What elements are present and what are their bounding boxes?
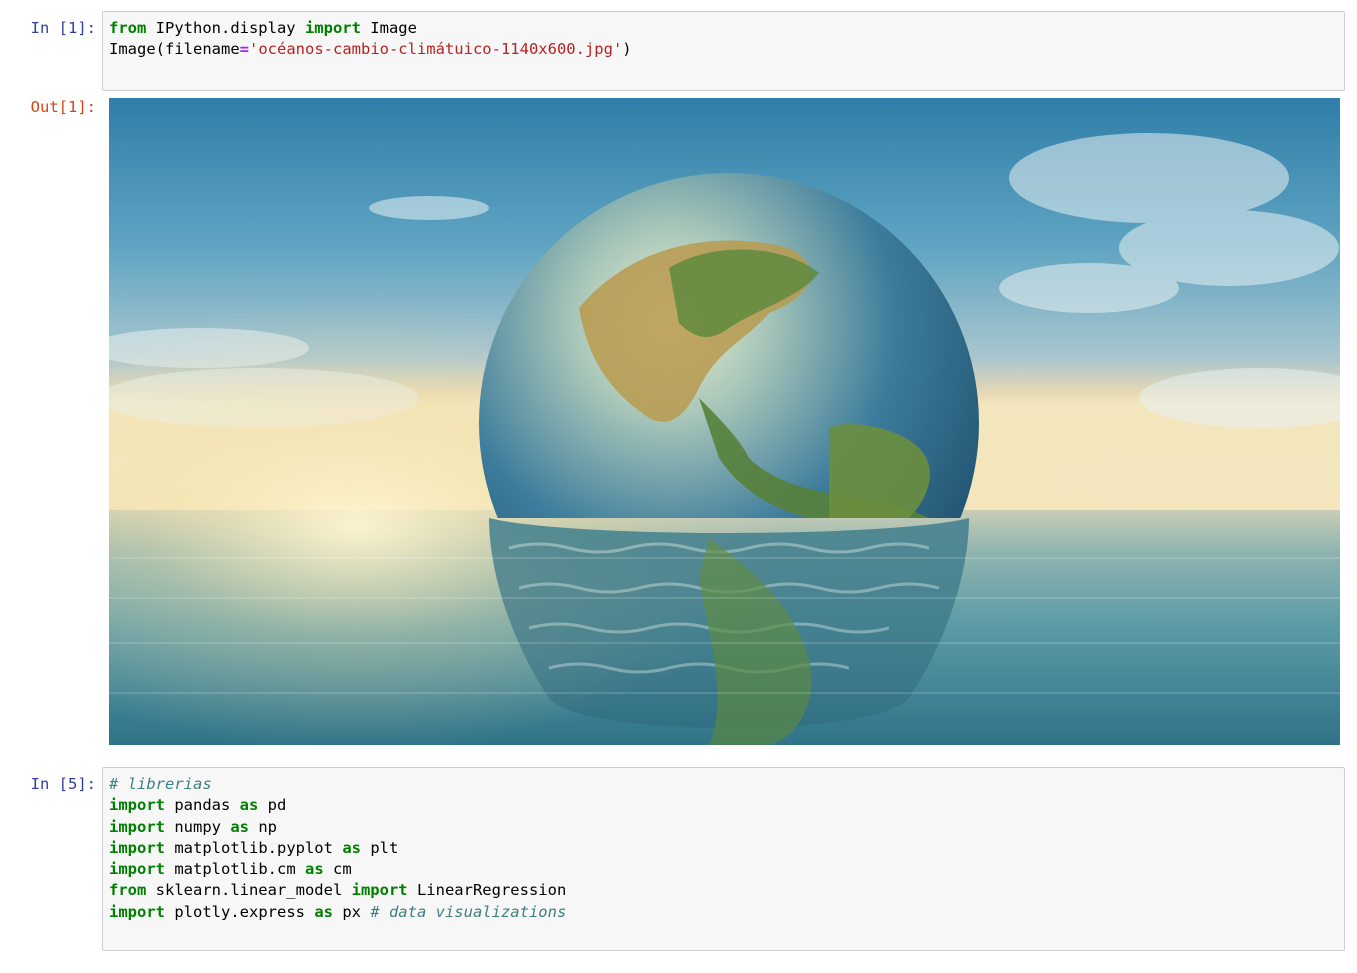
code-line: import pandas as pd [109,796,286,814]
code-token: plt [360,838,399,857]
code-token: matplotlib.cm [165,860,305,879]
code-token: as [230,817,249,836]
output-prompt-1: Out[1]: [30,98,96,116]
code-line: # librerias [109,775,212,793]
code-token: 'océanos-cambio-climátuico-1140x600.jpg' [249,40,623,59]
code-token: ) [622,40,632,59]
code-token: Image(filename [109,40,240,59]
code-token: sklearn.linear_model [146,881,352,900]
code-token: # librerias [109,775,212,793]
code-cell-1[interactable]: from IPython.display import Image Image(… [102,11,1345,91]
code-token: cm [323,860,352,879]
code-line: import numpy as np [109,818,277,836]
code-token: from [109,881,147,900]
earth-in-ocean-image [109,98,1340,745]
code-line: from IPython.display import Image [109,19,417,37]
code-token: Image [360,19,417,37]
code-line: from sklearn.linear_model import LinearR… [109,881,566,899]
code-token: from [109,19,147,37]
code-token: matplotlib.pyplot [165,838,343,857]
code-token: = [239,40,249,59]
code-token: LinearRegression [407,881,567,900]
code-cell-2[interactable]: # librerias import pandas as pd import n… [102,767,1345,951]
code-token: IPython.display [146,19,305,37]
code-token: import [109,817,165,836]
code-token: as [314,902,333,921]
code-token: import [351,881,408,900]
code-token: as [239,796,259,815]
input-prompt-1: In [1]: [30,19,96,37]
code-line: import plotly.express as px # data visua… [109,903,566,921]
code-line: import matplotlib.pyplot as plt [109,839,398,857]
code-token: import [304,19,361,37]
code-line: import matplotlib.cm as cm [109,860,352,878]
code-token: import [109,902,165,921]
code-token: numpy [165,817,231,836]
code-token: as [342,838,361,857]
input-prompt-2: In [5]: [30,775,96,793]
code-token: pd [258,796,287,815]
code-token: np [249,817,277,836]
code-line: Image(filename='océanos-cambio-climátuic… [109,40,632,58]
code-editor-2[interactable]: # librerias import pandas as pd import n… [103,768,1344,923]
code-token: import [109,860,165,879]
notebook: In [1]: from IPython.display import Imag… [0,0,1357,973]
output-image [109,98,1340,745]
code-token: # data visualizations [370,902,567,921]
code-editor-1[interactable]: from IPython.display import Image Image(… [103,12,1344,61]
code-token: px [332,902,371,921]
code-token: plotly.express [165,902,315,921]
code-token: import [109,796,165,815]
code-token: pandas [165,796,240,815]
code-token: as [304,860,324,879]
code-token: import [109,838,165,857]
